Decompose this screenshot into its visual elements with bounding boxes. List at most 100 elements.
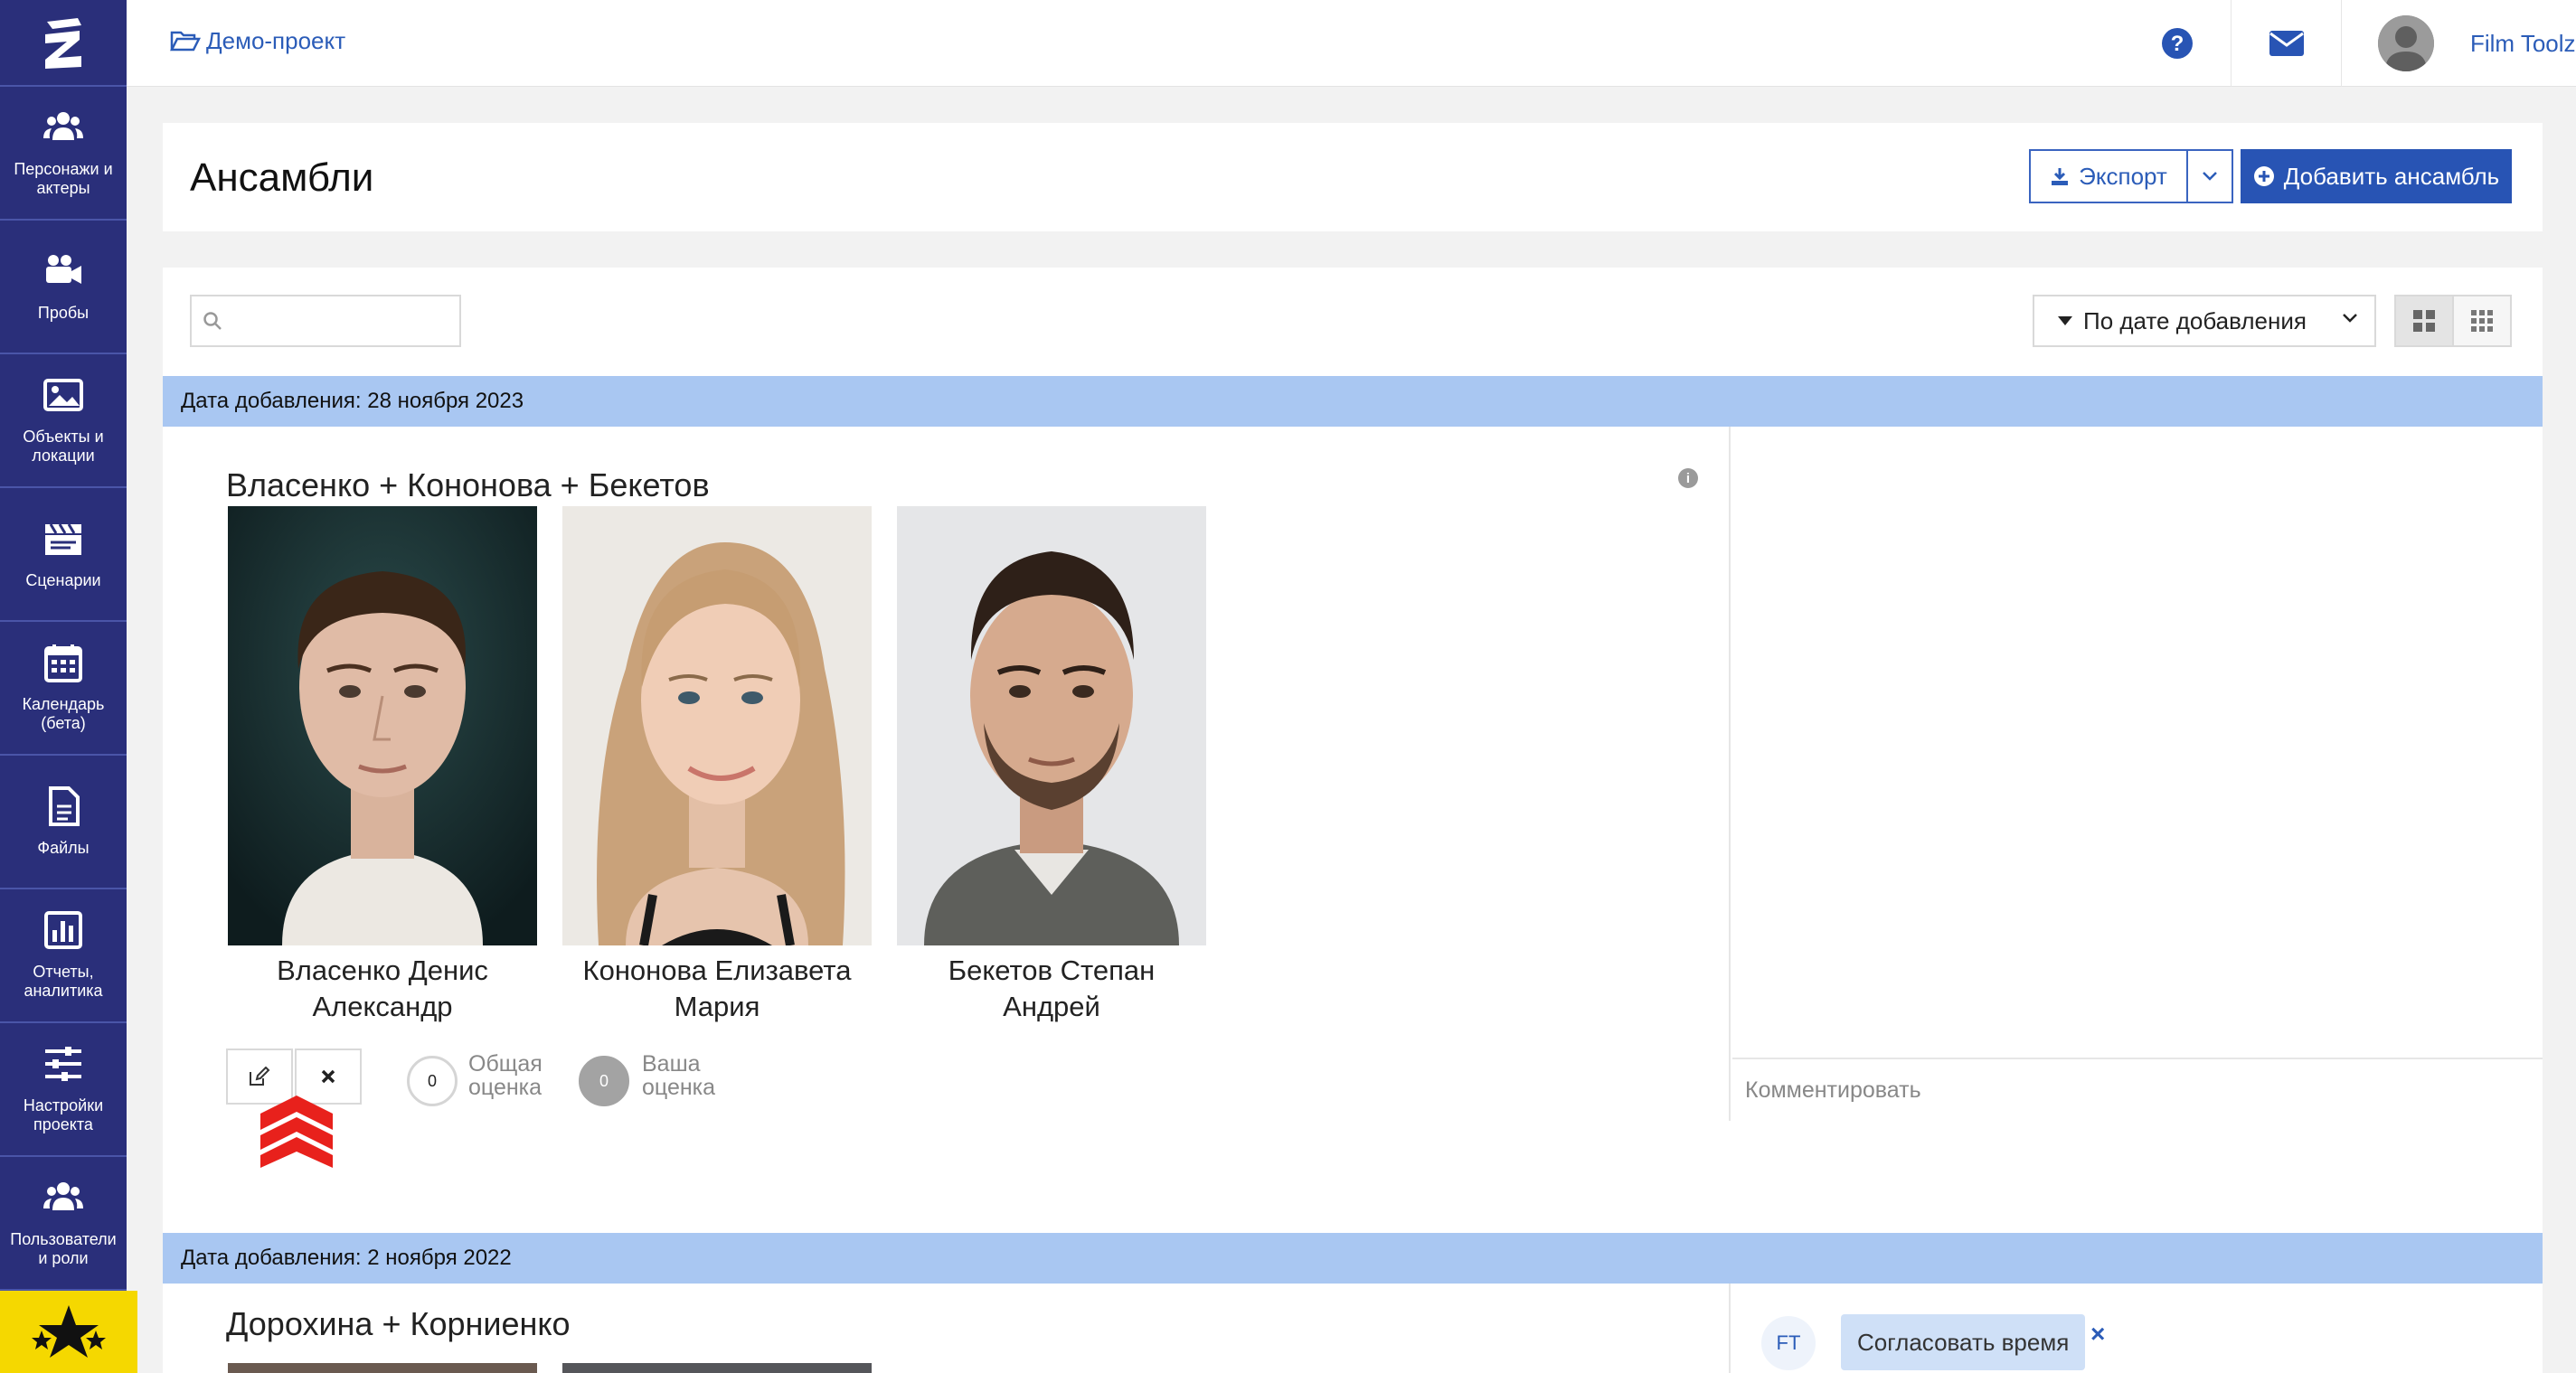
remove-tag-button[interactable]: ×: [2090, 1320, 2105, 1349]
sidebar-item-locations[interactable]: Объекты и локации: [0, 354, 127, 488]
download-icon: [2052, 168, 2069, 185]
your-score-label: Ваша оценка: [642, 1051, 716, 1100]
app-logo[interactable]: [0, 0, 127, 87]
sidebar: Персонажи и актеры Пробы Объекты и локац…: [0, 0, 127, 1373]
breadcrumb-project[interactable]: Демо-проект: [206, 27, 345, 55]
folder-open-icon: [170, 31, 201, 51]
comment-input[interactable]: Комментировать: [1732, 1058, 2543, 1121]
sliders-icon: [45, 1047, 81, 1081]
image-icon: [43, 379, 83, 411]
actor-name: Кононова Елизавета Мария: [582, 955, 852, 1022]
sidebar-item-label: Настройки проекта: [23, 1096, 104, 1133]
sidebar-item-label: Объекты и локации: [23, 428, 104, 465]
actor-photo[interactable]: [228, 506, 537, 945]
edit-icon: [250, 1067, 270, 1086]
sort-select[interactable]: По дате добавления: [2033, 295, 2376, 347]
chevron-down-icon: [2203, 172, 2217, 181]
comments-panel: FT Согласовать время ×: [1732, 1284, 2543, 1373]
calendar-icon: [44, 644, 82, 682]
export-label: Экспорт: [2079, 162, 2167, 190]
user-menu[interactable]: Film Toolz: [2342, 0, 2576, 87]
help-icon: ?: [2161, 28, 2193, 59]
ensemble-card: Власенко + Кононова + Бекетов i Власенко…: [163, 427, 1731, 1168]
overall-score-label: Общая оценка: [468, 1051, 543, 1100]
users-icon: [43, 112, 83, 140]
user-silhouette-icon: [2378, 15, 2434, 71]
sidebar-item-characters[interactable]: Персонажи и актеры: [0, 87, 127, 221]
sidebar-item-label: Пробы: [37, 303, 90, 322]
top-bar: Демо-проект ? Film Toolz: [127, 0, 2576, 87]
sidebar-item-auditions[interactable]: Пробы: [0, 221, 127, 354]
annotation-arrow-icon: [260, 1096, 333, 1168]
actor-photo-image: [228, 506, 537, 945]
sidebar-item-scripts[interactable]: Сценарии: [0, 488, 127, 622]
grid-small-icon: [2471, 310, 2493, 332]
sidebar-item-label: Отчеты, аналитика: [24, 963, 103, 1000]
export-dropdown-button[interactable]: [2186, 149, 2233, 203]
breadcrumb[interactable]: Демо-проект: [170, 27, 345, 55]
plus-circle-icon: [2253, 166, 2274, 186]
actor-card[interactable]: Власенко Денис Александр: [228, 506, 537, 1025]
date-label: Дата добавления: 28 ноября 2023: [181, 389, 524, 413]
sidebar-item-calendar[interactable]: Календарь (бета): [0, 622, 127, 756]
view-small-grid-button[interactable]: [2452, 295, 2512, 347]
sidebar-item-files[interactable]: Файлы: [0, 756, 127, 889]
ensembles-list: По дате добавления Дата добавления: 28 н…: [163, 268, 2543, 1373]
search-input[interactable]: [190, 295, 461, 347]
clapperboard-icon: [45, 522, 81, 555]
add-ensemble-button[interactable]: Добавить ансамбль: [2241, 149, 2512, 203]
avatar: [2378, 15, 2434, 71]
actor-name: Бекетов Степан Андрей: [948, 955, 1156, 1022]
chevron-down-icon: [2343, 314, 2357, 323]
actor-photo-image: [897, 506, 1206, 945]
file-icon: [49, 785, 80, 826]
view-large-grid-button[interactable]: [2394, 295, 2454, 347]
envelope-icon: [2269, 31, 2304, 56]
star-badge[interactable]: [0, 1291, 137, 1373]
actor-card[interactable]: Кононова Елизавета Мария: [562, 506, 872, 1025]
actor-photo[interactable]: [228, 1363, 537, 1373]
close-icon: [321, 1069, 335, 1084]
overall-score[interactable]: 0: [407, 1056, 458, 1106]
export-button[interactable]: Экспорт: [2029, 149, 2188, 203]
actor-photo[interactable]: [562, 1363, 872, 1373]
page-header: Ансамбли Экспорт Добавить ансамбль: [163, 123, 2543, 231]
sidebar-item-label: Календарь (бета): [22, 695, 105, 732]
user-name[interactable]: Film Toolz: [2470, 30, 2576, 58]
info-icon[interactable]: i: [1678, 468, 1698, 488]
ensemble-title[interactable]: Власенко + Кононова + Бекетов: [226, 466, 710, 504]
bar-chart-icon: [44, 911, 82, 949]
user-initials-badge: FT: [1761, 1316, 1816, 1370]
search-icon: [203, 312, 222, 330]
actor-card[interactable]: Бекетов Степан Андрей: [897, 506, 1206, 1025]
users-icon: [43, 1182, 83, 1210]
svg-text:?: ?: [2170, 32, 2184, 56]
sidebar-item-label: Файлы: [37, 838, 90, 857]
caret-down-icon: [2058, 316, 2072, 325]
ensemble-title[interactable]: Дорохина + Корниенко: [226, 1305, 571, 1343]
date-label: Дата добавления: 2 ноября 2022: [181, 1246, 512, 1270]
video-camera-icon: [46, 254, 81, 284]
sidebar-item-label: Персонажи и актеры: [14, 160, 113, 197]
page-title: Ансамбли: [190, 155, 374, 200]
sidebar-item-label: Пользователи и роли: [10, 1230, 117, 1267]
help-button[interactable]: ?: [2123, 0, 2232, 87]
logo-icon: [45, 18, 81, 69]
date-group-header: Дата добавления: 28 ноября 2023: [163, 376, 2543, 427]
actor-photo-image: [562, 506, 872, 945]
sidebar-item-users-roles[interactable]: Пользователи и роли: [0, 1157, 127, 1291]
actor-photo[interactable]: [897, 506, 1206, 945]
add-ensemble-label: Добавить ансамбль: [2283, 162, 2500, 190]
your-score[interactable]: 0: [579, 1056, 629, 1106]
messages-button[interactable]: [2232, 0, 2342, 87]
sidebar-item-settings[interactable]: Настройки проекта: [0, 1023, 127, 1157]
actor-photo[interactable]: [562, 506, 872, 945]
sidebar-item-label: Сценарии: [25, 570, 101, 589]
sort-label: По дате добавления: [2083, 306, 2307, 334]
approval-tag[interactable]: Согласовать время: [1841, 1314, 2086, 1370]
date-group-header: Дата добавления: 2 ноября 2022: [163, 1233, 2543, 1284]
ensemble-card: Дорохина + Корниенко: [163, 1284, 1731, 1373]
star-icon: [32, 1304, 106, 1358]
grid-large-icon: [2413, 310, 2435, 332]
sidebar-item-reports[interactable]: Отчеты, аналитика: [0, 889, 127, 1023]
